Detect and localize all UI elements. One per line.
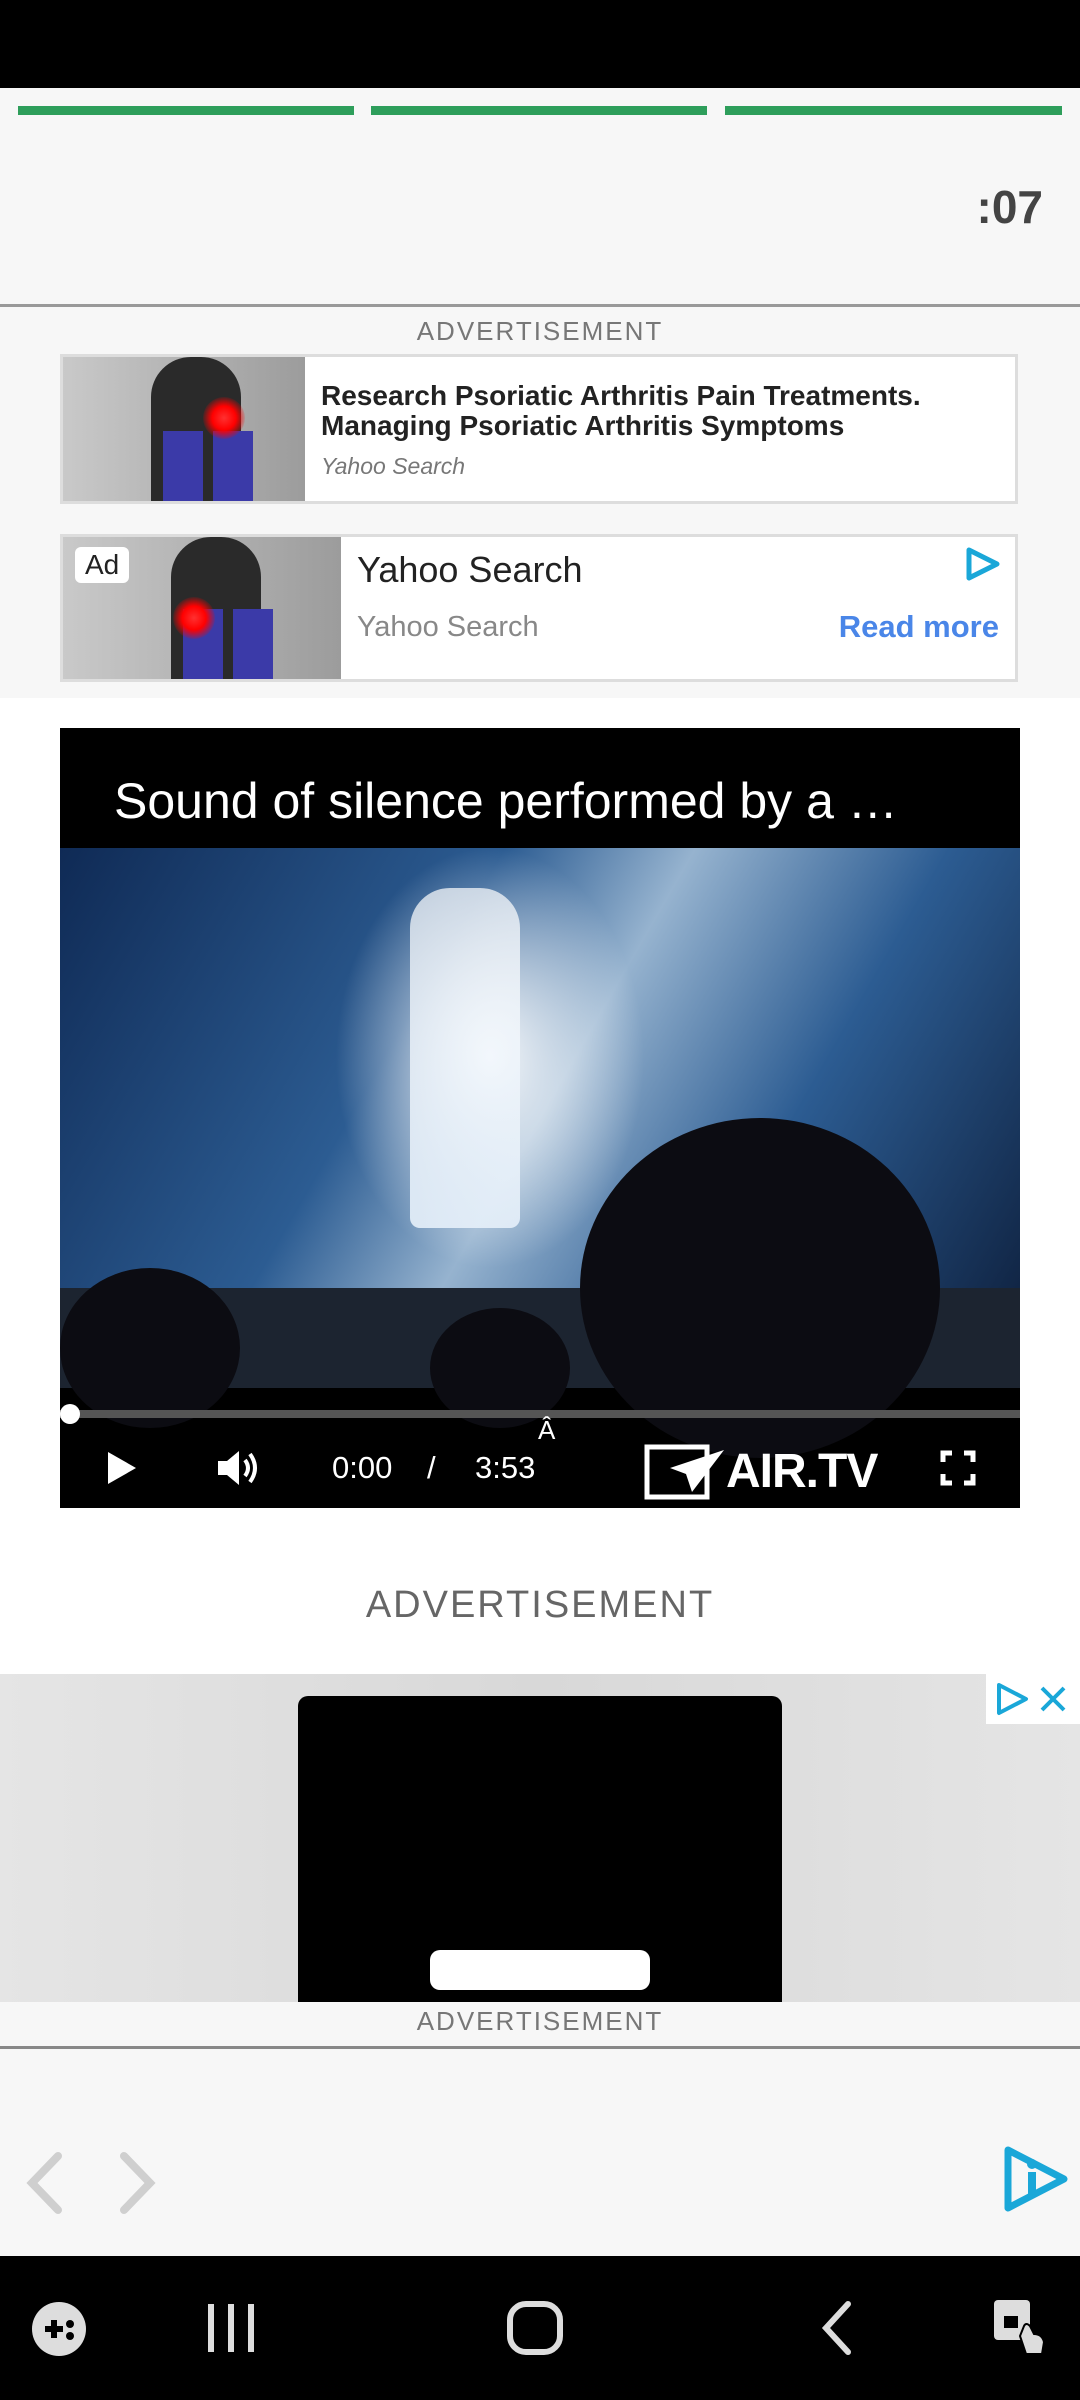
ad-creative-button[interactable] bbox=[430, 1950, 650, 1990]
accessibility-touch-icon[interactable] bbox=[990, 2296, 1050, 2360]
advertisement-label: ADVERTISEMENT bbox=[416, 2006, 664, 2036]
airtv-brand: AIR.TV bbox=[726, 1445, 878, 1498]
stray-character: Â bbox=[538, 1415, 556, 1445]
ad-creative[interactable] bbox=[298, 1696, 782, 2002]
ad-source: Yahoo Search bbox=[357, 611, 539, 643]
fullscreen-icon[interactable] bbox=[940, 1450, 976, 1486]
ad-badge: Ad bbox=[75, 547, 130, 583]
sponsored-ad-card[interactable]: Research Psoriatic Arthritis Pain Treatm… bbox=[60, 354, 1018, 504]
ad-banner[interactable] bbox=[0, 1674, 1080, 2002]
game-launcher-icon[interactable] bbox=[30, 2300, 88, 2358]
time-separator: / bbox=[427, 1450, 436, 1485]
ad-source: Yahoo Search bbox=[321, 453, 466, 479]
divider bbox=[0, 304, 1080, 307]
ad-choices bbox=[986, 1674, 1080, 1724]
audience-head bbox=[580, 1118, 940, 1458]
advertisement-label: ADVERTISEMENT bbox=[365, 1584, 715, 1626]
ad-headline[interactable]: Research Psoriatic Arthritis Pain Treatm… bbox=[321, 381, 991, 441]
video-duration: 3:53 bbox=[475, 1450, 536, 1485]
close-icon[interactable] bbox=[1038, 1684, 1068, 1714]
home-icon[interactable] bbox=[506, 2300, 564, 2356]
video-player[interactable]: Sound of silence performed by a … 0:00 /… bbox=[60, 728, 1020, 1508]
chevron-left-icon[interactable] bbox=[24, 2152, 64, 2214]
video-scrubber[interactable] bbox=[60, 1404, 80, 1424]
adchoices-icon[interactable] bbox=[963, 547, 1001, 581]
performer-figure bbox=[410, 888, 520, 1228]
chevron-right-icon[interactable] bbox=[118, 2152, 158, 2214]
system-navigation-bar bbox=[0, 2256, 1080, 2400]
volume-icon[interactable] bbox=[216, 1448, 262, 1488]
advertisement-label: ADVERTISEMENT bbox=[416, 316, 664, 346]
countdown-timer: :07 bbox=[976, 181, 1043, 233]
adchoices-icon[interactable] bbox=[1000, 2146, 1070, 2212]
story-progress-segment-2 bbox=[371, 106, 707, 115]
airtv-logo[interactable]: AIR.TV bbox=[644, 1444, 892, 1500]
recent-apps-icon[interactable] bbox=[206, 2302, 256, 2354]
status-bar bbox=[0, 0, 1080, 88]
ad-thumbnail bbox=[63, 357, 305, 501]
audience-head bbox=[60, 1268, 240, 1428]
back-icon[interactable] bbox=[818, 2300, 854, 2356]
video-title: Sound of silence performed by a … bbox=[114, 773, 898, 829]
video-frame[interactable] bbox=[60, 848, 1020, 1458]
ad-title[interactable]: Yahoo Search bbox=[357, 549, 583, 591]
read-more-link[interactable]: Read more bbox=[839, 609, 999, 645]
story-progress-segment-3 bbox=[725, 106, 1062, 115]
story-progress-segment-1 bbox=[18, 106, 354, 115]
video-controls: 0:00 / 3:53 Â AIR.TV bbox=[60, 1415, 1020, 1508]
adchoices-icon[interactable] bbox=[994, 1682, 1030, 1716]
display-ad-card[interactable]: Ad Yahoo Search Yahoo Search Read more bbox=[60, 534, 1018, 682]
divider bbox=[0, 2046, 1080, 2049]
airtv-logo-icon bbox=[644, 1444, 724, 1500]
video-current-time: 0:00 bbox=[332, 1450, 393, 1485]
play-icon[interactable] bbox=[106, 1450, 138, 1486]
